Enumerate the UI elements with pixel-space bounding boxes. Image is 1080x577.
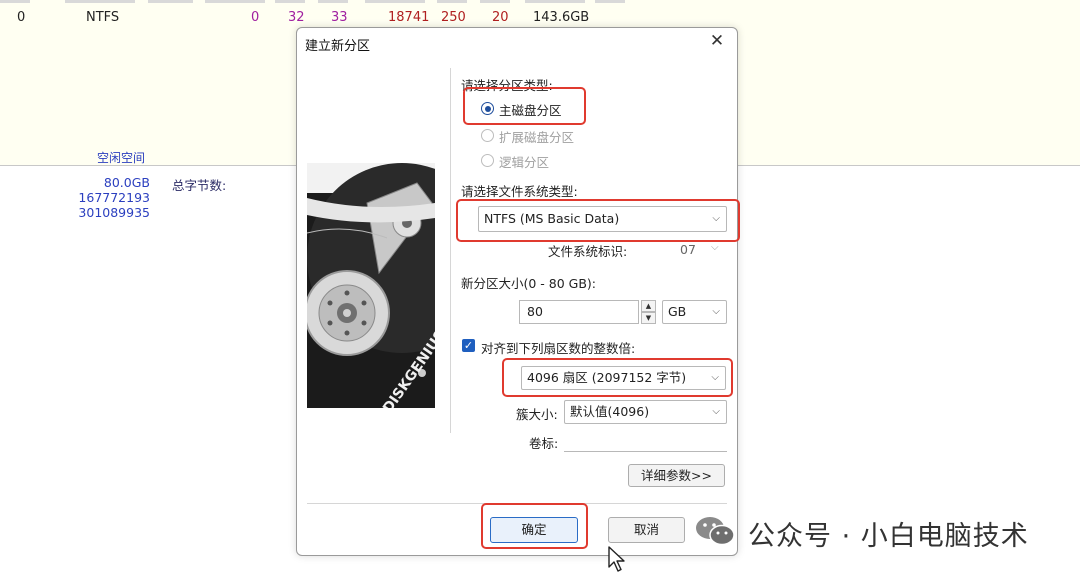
- hard-disk-icon: DISKGENIUS: [307, 163, 435, 408]
- table-header-stub: [318, 0, 348, 3]
- details-button[interactable]: 详细参数>>: [628, 464, 725, 487]
- free-bytes-value: 301089935: [78, 205, 150, 220]
- extended-partition-radio[interactable]: [481, 129, 494, 142]
- free-space-label: 空闲空间: [97, 151, 146, 165]
- fs-type-value: NTFS (MS Basic Data): [484, 211, 620, 226]
- table-header-stub: [437, 0, 467, 3]
- divider: [450, 68, 451, 433]
- table-cell: 18741: [388, 10, 430, 25]
- free-size-value: 80.0GB: [103, 175, 150, 190]
- wechat-icon: [696, 517, 735, 546]
- chevron-down-icon: ⌵: [712, 406, 720, 417]
- volume-label: 卷标:: [529, 436, 559, 451]
- watermark-text: 公众号 · 小白电脑技术: [748, 521, 1029, 552]
- align-label[interactable]: 对齐到下列扇区数的整数倍:: [481, 338, 635, 357]
- chevron-down-icon: ⌵: [711, 242, 719, 253]
- chevron-down-icon: ⌵: [712, 306, 720, 317]
- size-value: 80: [527, 304, 543, 319]
- align-checkbox[interactable]: ✓: [462, 339, 475, 352]
- size-unit-select[interactable]: GB ⌵: [662, 300, 727, 324]
- table-cell: 33: [331, 10, 348, 25]
- fs-id-label: 文件系统标识:: [548, 244, 628, 259]
- logical-partition-label[interactable]: 逻辑分区: [499, 152, 549, 171]
- mouse-cursor-icon: [608, 546, 625, 572]
- table-header-stub: [148, 0, 193, 3]
- table-header-stub: [525, 0, 585, 3]
- table-cell-filesystem: NTFS: [86, 10, 120, 25]
- spin-up-button[interactable]: ▲: [641, 300, 656, 312]
- table-cell: 0: [251, 10, 260, 25]
- ok-button[interactable]: 确定: [490, 517, 578, 543]
- table-cell: 20: [492, 10, 509, 25]
- chevron-down-icon: ⌵: [711, 372, 719, 383]
- table-cell-index: 0: [17, 10, 26, 25]
- cluster-size-select[interactable]: 默认值(4096) ⌵: [564, 400, 727, 424]
- dialog-title: 建立新分区: [305, 39, 371, 54]
- extended-partition-label[interactable]: 扩展磁盘分区: [499, 127, 574, 146]
- spin-down-button[interactable]: ▼: [641, 312, 656, 324]
- total-bytes-label: 总字节数:: [172, 178, 227, 193]
- size-input[interactable]: 80: [519, 300, 639, 324]
- cluster-size-value: 默认值(4096): [570, 404, 650, 419]
- table-cell: 250: [441, 10, 466, 25]
- align-value: 4096 扇区 (2097152 字节): [527, 370, 687, 385]
- align-select[interactable]: 4096 扇区 (2097152 字节) ⌵: [521, 366, 726, 390]
- table-header-stub: [205, 0, 265, 3]
- fs-type-label: 请选择文件系统类型:: [461, 184, 578, 199]
- divider: [307, 503, 727, 504]
- table-cell: 32: [288, 10, 305, 25]
- free-sectors-value: 167772193: [78, 190, 150, 205]
- close-icon[interactable]: ✕: [707, 31, 727, 51]
- primary-partition-label[interactable]: 主磁盘分区: [499, 100, 562, 119]
- volume-label-input[interactable]: [564, 430, 727, 452]
- table-header-stub: [0, 0, 30, 3]
- size-unit-value: GB: [668, 304, 687, 319]
- fs-id-value: 07: [680, 242, 696, 257]
- table-cell-size: 143.6GB: [533, 10, 590, 25]
- primary-partition-radio[interactable]: [481, 102, 494, 115]
- chevron-down-icon: ⌵: [712, 213, 720, 224]
- partition-type-label: 请选择分区类型:: [461, 78, 553, 93]
- table-header-stub: [595, 0, 625, 3]
- cluster-size-label: 簇大小:: [516, 407, 558, 422]
- size-label: 新分区大小(0 - 80 GB):: [461, 276, 597, 291]
- table-header-stub: [480, 0, 510, 3]
- diskgenius-logo-image: DISKGENIUS: [307, 163, 435, 408]
- table-header-stub: [365, 0, 425, 3]
- table-header-stub: [275, 0, 305, 3]
- table-header-stub: [65, 0, 135, 3]
- cancel-button[interactable]: 取消: [608, 517, 685, 543]
- fs-type-select[interactable]: NTFS (MS Basic Data) ⌵: [478, 206, 727, 232]
- logical-partition-radio[interactable]: [481, 154, 494, 167]
- new-partition-dialog: 建立新分区 ✕ DISKGENIUS 请选择分区类型: 主磁盘分区 扩展磁盘分区…: [296, 27, 740, 556]
